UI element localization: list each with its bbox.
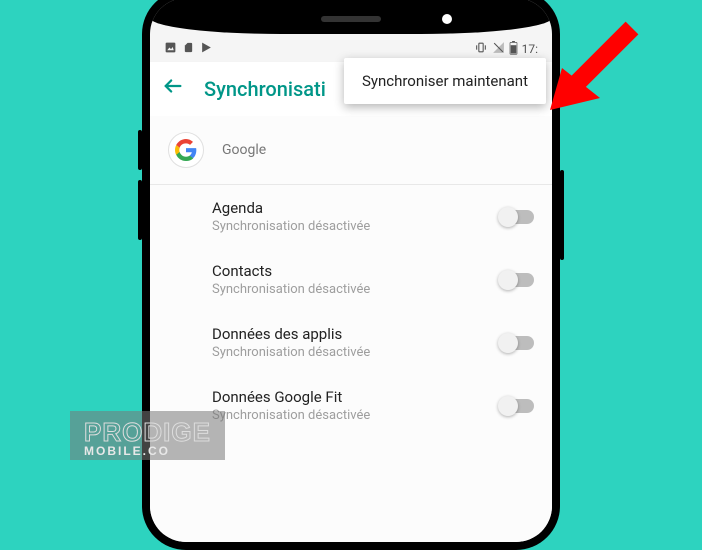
status-bar: 17: xyxy=(150,38,552,60)
item-title: Contacts xyxy=(212,262,500,280)
screen: 17: Synchronisati Synchroniser maintenan… xyxy=(150,0,552,542)
item-title: Données Google Fit xyxy=(212,388,500,406)
item-subtitle: Synchronisation désactivée xyxy=(212,219,500,234)
account-row[interactable]: Google xyxy=(150,116,552,185)
vibrate-icon xyxy=(474,41,488,57)
item-title: Données des applis xyxy=(212,325,500,343)
sd-icon xyxy=(183,41,194,57)
sensor-dot xyxy=(442,14,452,24)
annotation-arrow-icon xyxy=(532,20,642,120)
item-title: Agenda xyxy=(212,199,500,217)
back-icon[interactable] xyxy=(162,75,184,103)
no-signal-icon xyxy=(492,41,505,57)
volume-up-button xyxy=(138,130,142,170)
sync-toggle[interactable] xyxy=(500,210,534,224)
list-item[interactable]: Données des applis Synchronisation désac… xyxy=(150,311,552,374)
volume-down-button xyxy=(138,180,142,240)
item-subtitle: Synchronisation désactivée xyxy=(212,408,500,423)
item-subtitle: Synchronisation désactivée xyxy=(212,282,500,297)
content-area[interactable]: Google Agenda Synchronisation désactivée… xyxy=(150,116,552,542)
sync-toggle[interactable] xyxy=(500,399,534,413)
power-button xyxy=(560,170,564,260)
item-subtitle: Synchronisation désactivée xyxy=(212,345,500,360)
page-title: Synchronisati xyxy=(204,77,326,101)
play-icon xyxy=(200,41,213,57)
watermark: PRODIGE MOBILE.CO xyxy=(70,411,225,460)
speaker xyxy=(321,16,381,22)
sync-now-menu-item[interactable]: Synchroniser maintenant xyxy=(362,72,528,90)
battery-icon xyxy=(509,41,518,58)
account-provider-label: Google xyxy=(222,142,266,158)
image-icon xyxy=(164,41,177,57)
google-icon xyxy=(168,132,204,168)
sync-toggle[interactable] xyxy=(500,273,534,287)
sync-toggle[interactable] xyxy=(500,336,534,350)
overflow-menu: Synchroniser maintenant xyxy=(344,58,546,104)
phone-frame: 17: Synchronisati Synchroniser maintenan… xyxy=(142,0,560,550)
list-item[interactable]: Contacts Synchronisation désactivée xyxy=(150,248,552,311)
list-item[interactable]: Agenda Synchronisation désactivée xyxy=(150,185,552,248)
